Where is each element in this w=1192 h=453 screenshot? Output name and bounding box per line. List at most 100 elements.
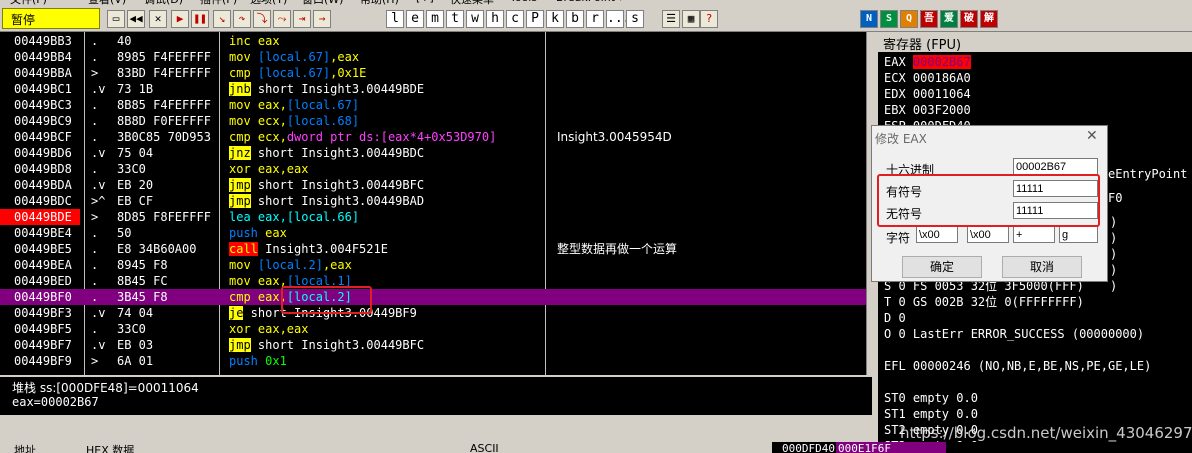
disassembly-pane[interactable]: 00449BB3. 40 inc eax 00449BB4. 8985 F4FEFFFF… — [0, 32, 872, 375]
cancel-button[interactable]: 取消 — [1002, 256, 1082, 278]
menu-item[interactable]: [+] — [416, 0, 434, 4]
window-button-11[interactable]: ... — [606, 10, 630, 28]
disasm-row[interactable]: 00449BC3. 8B85 F4FEFFFF mov eax,[local.67] — [0, 97, 872, 113]
close-icon[interactable]: ✕ — [149, 10, 167, 28]
goto-icon[interactable]: → — [313, 10, 331, 28]
close-icon[interactable]: ✕ — [1086, 128, 1098, 144]
disasm-row[interactable]: 00449BD8. 33C0 xor eax,eax — [0, 161, 872, 177]
rewind-icon[interactable]: ◀◀ — [127, 10, 145, 28]
disasm-instruction: mov [local.67],eax — [229, 49, 359, 65]
plugin-button-1[interactable]: S — [880, 10, 898, 28]
register-line[interactable]: EDX 00011064 — [884, 86, 971, 102]
instruction-token: [local.67] — [250, 50, 331, 64]
disasm-row[interactable]: 00449BF9 >6A 01 push 0x1 — [0, 353, 872, 369]
window-button-0[interactable]: l — [386, 10, 404, 28]
register-flag-line: T 0 GS 002B 32位 0(FFFFFFFF) — [884, 295, 1084, 309]
register-line[interactable]: ECX 000186A0 — [884, 70, 971, 86]
register-line[interactable]: EAX 00002B67 — [884, 54, 971, 70]
step-over-icon[interactable]: ↷ — [233, 10, 251, 28]
step-into-icon[interactable]: ↘ — [213, 10, 231, 28]
disasm-row[interactable]: 00449BF3 .v 74 04 je short Insight3.00449BF… — [0, 305, 872, 321]
disasm-row[interactable]: 00449BBA >83BD F4FEFFFF cmp [local.67],0x1… — [0, 65, 872, 81]
hex-input[interactable] — [1013, 158, 1098, 175]
registers-title[interactable]: 寄存器 (FPU) — [878, 32, 1192, 53]
register-suffix: ) — [1110, 215, 1118, 229]
dump-col-address[interactable]: 地址 — [14, 442, 36, 453]
instruction-token: eax, — [250, 98, 287, 112]
trace-into-icon[interactable]: ⤵ — [253, 10, 271, 28]
disasm-row[interactable]: 00449BDC >^ EB CF jmp short Insight3.00449B… — [0, 193, 872, 209]
disasm-row[interactable]: 00449BF0. 3B45 F8 cmp eax,[local.2] — [0, 289, 872, 305]
disasm-instruction: cmp ecx,dword ptr ds:[eax*4+0x53D970] — [229, 129, 496, 145]
disasm-row[interactable]: 00449BB4. 8985 F4FEFFFF mov [local.67],eax — [0, 49, 872, 65]
plugin-button-3[interactable]: 吾 — [920, 10, 938, 28]
instruction-token: cmp — [229, 290, 251, 304]
register-suffix: ) — [1110, 279, 1118, 293]
window-button-8[interactable]: k — [546, 10, 564, 28]
window-button-2[interactable]: m — [426, 10, 444, 28]
disasm-row[interactable]: 00449BEA. 8945 F8 mov [local.2],eax — [0, 257, 872, 273]
instruction-token: eax,eax — [250, 162, 309, 176]
char-input-2[interactable] — [967, 226, 1009, 243]
plugin-button-2[interactable]: Q — [900, 10, 918, 28]
dump-col-ascii[interactable]: ASCII — [470, 442, 499, 453]
char-input-4[interactable] — [1059, 226, 1098, 243]
register-line[interactable]: EBX 003F2000 — [884, 102, 971, 118]
disasm-row[interactable]: 00449BE5. E8 34B60A00 call Insight3.004F52… — [0, 241, 872, 257]
disasm-row[interactable]: 00449BD6 .v 75 04 jnz short Insight3.00449B… — [0, 145, 872, 161]
plugin-button-5[interactable]: 破 — [960, 10, 978, 28]
window-button-3[interactable]: t — [446, 10, 464, 28]
window-button-5[interactable]: h — [486, 10, 504, 28]
disasm-row[interactable]: 00449BF5. 33C0 xor eax,eax — [0, 321, 872, 337]
window-button-6[interactable]: c — [506, 10, 524, 28]
disasm-marker: .v — [91, 82, 106, 96]
disasm-row[interactable]: 00449BC1 .v 73 1B jnb short Insight3.00449B… — [0, 81, 872, 97]
disasm-row[interactable]: 00449BE4. 50 push eax — [0, 225, 872, 241]
disasm-instruction: inc eax — [229, 33, 280, 49]
execute-till-return-icon[interactable]: ⇥ — [293, 10, 311, 28]
disasm-instruction: jmp short Insight3.00449BFC — [229, 177, 424, 193]
menu-item[interactable]: BreakPoint-> — [556, 0, 628, 4]
disasm-row[interactable]: 00449BDE >8D85 F8FEFFFF lea eax,[local.66] — [0, 209, 872, 225]
window-button-12[interactable]: s — [626, 10, 644, 28]
ok-button[interactable]: 确定 — [902, 256, 982, 278]
instruction-token: short Insight3.00449BDE — [250, 82, 425, 96]
disasm-row[interactable]: 00449BDA .v EB 20 jmp short Insight3.00449B… — [0, 177, 872, 193]
instruction-token: dword ptr ds:[eax*4+0x53D970] — [286, 130, 497, 144]
menu-item[interactable]: Tools — [510, 0, 537, 4]
settings-icon[interactable]: ▦ — [682, 10, 700, 28]
plugin-button-6[interactable]: 解 — [980, 10, 998, 28]
disasm-address: 00449BE5 — [14, 242, 72, 256]
plugin-button-0[interactable]: N — [860, 10, 878, 28]
info-pane: 堆栈 ss:[000DFE48]=00011064 eax=00002B67 — [0, 375, 872, 415]
register-suffix: ) — [1110, 263, 1118, 277]
disasm-row[interactable]: 00449BB3. 40 inc eax — [0, 33, 872, 49]
stack-pane[interactable]: 000DFD40 000E1F6F — [772, 442, 1192, 453]
dump-col-hex[interactable]: HEX 数据 — [86, 442, 134, 453]
window-button-10[interactable]: r — [586, 10, 604, 28]
disasm-row[interactable]: 00449BC9. 8B8D F0FEFFFF mov ecx,[local.68] — [0, 113, 872, 129]
disasm-instruction: xor eax,eax — [229, 321, 308, 337]
disasm-hex: 8D85 F8FEFFFF — [117, 210, 211, 224]
disasm-instruction: push 0x1 — [229, 353, 287, 369]
pause-icon[interactable]: ❚❚ — [191, 10, 209, 28]
disasm-row[interactable]: 00449BF7 .v EB 03 jmp short Insight3.00449B… — [0, 337, 872, 353]
char-input-3[interactable] — [1013, 226, 1055, 243]
register-name: EBX — [884, 103, 906, 117]
char-input-1[interactable] — [916, 226, 958, 243]
play-icon[interactable]: ▶ — [171, 10, 189, 28]
disasm-row[interactable]: 00449BCF. 3B0C85 70D953 cmp ecx,dword ptr … — [0, 129, 872, 145]
disasm-comment: Insight3.0045954D — [557, 130, 672, 144]
window-button-4[interactable]: w — [466, 10, 484, 28]
window-button-1[interactable]: e — [406, 10, 424, 28]
open-icon[interactable]: ▭ — [107, 10, 125, 28]
window-button-7[interactable]: P — [526, 10, 544, 28]
disasm-hex: 8B45 FC — [117, 274, 168, 288]
disasm-address: 00449BE4 — [14, 226, 72, 240]
disasm-row[interactable]: 00449BED. 8B45 FC mov eax,[local.1] — [0, 273, 872, 289]
list-icon[interactable]: ☰ — [662, 10, 680, 28]
trace-over-icon[interactable]: ⤳ — [273, 10, 291, 28]
plugin-button-4[interactable]: 爱 — [940, 10, 958, 28]
window-button-9[interactable]: b — [566, 10, 584, 28]
help-button[interactable]: ? — [700, 10, 718, 28]
